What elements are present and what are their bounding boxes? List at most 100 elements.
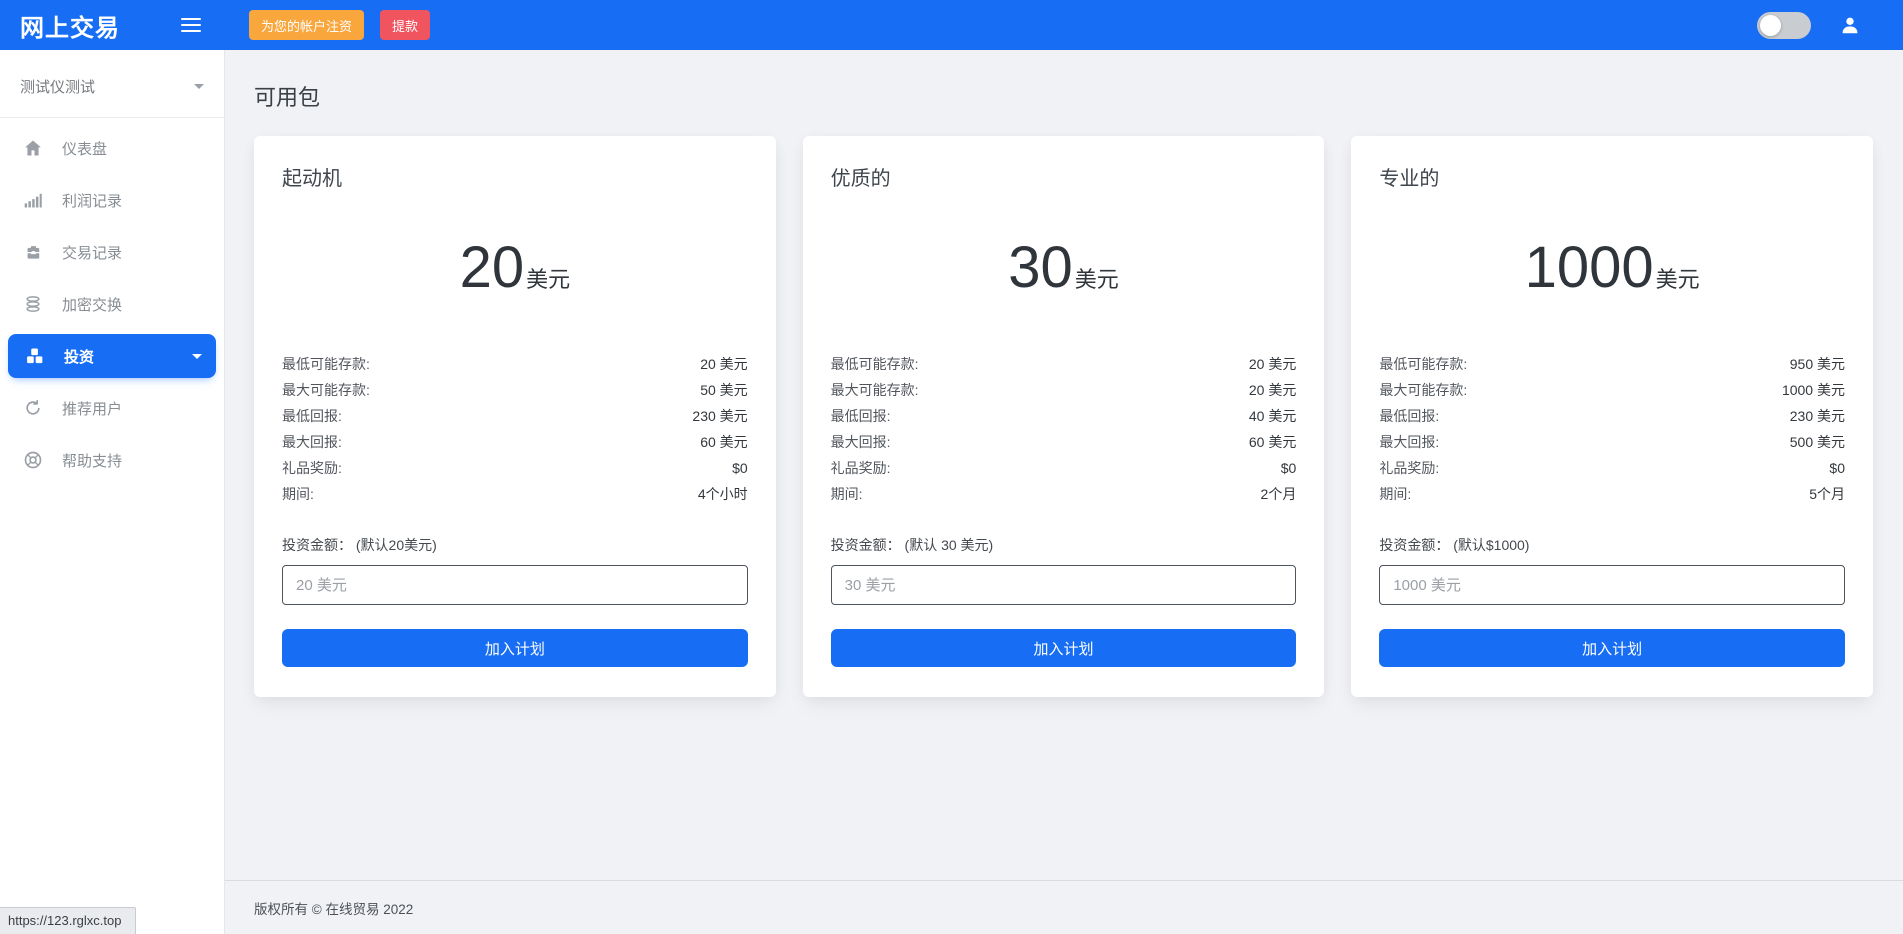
detail-row: 期间: 4个小时 — [282, 481, 748, 507]
detail-row: 期间: 2个月 — [831, 481, 1297, 507]
account-selector-dropdown[interactable]: 测试仪测试 — [0, 50, 224, 117]
detail-label: 最低可能存款: — [282, 351, 370, 377]
detail-label: 礼品奖励: — [1379, 455, 1439, 481]
detail-value: 50 美元 — [700, 377, 747, 403]
detail-row: 最大回报: 60 美元 — [831, 429, 1297, 455]
investment-amount-input[interactable] — [1379, 565, 1845, 605]
package-card-starter: 起动机 20 美元 最低可能存款: 20 美元 最大可能存款: 50 美元 — [254, 136, 776, 697]
detail-row: 最大可能存款: 1000 美元 — [1379, 377, 1845, 403]
browser-status-url: https://123.rglxc.top — [0, 907, 136, 934]
detail-row: 最低可能存款: 20 美元 — [831, 351, 1297, 377]
join-plan-button[interactable]: 加入计划 — [282, 629, 748, 667]
investment-amount-input[interactable] — [831, 565, 1297, 605]
sidebar-item-label: 交易记录 — [62, 242, 122, 263]
toggle-knob — [1760, 15, 1781, 36]
withdraw-button[interactable]: 提款 — [380, 10, 430, 40]
detail-row: 最低回报: 230 美元 — [1379, 403, 1845, 429]
sidebar-item-investment[interactable]: 投资 — [8, 334, 216, 378]
price-currency: 美元 — [526, 262, 570, 294]
life-ring-icon — [22, 450, 44, 470]
detail-label: 最低可能存款: — [1379, 351, 1467, 377]
chevron-down-icon — [194, 84, 204, 89]
detail-label: 礼品奖励: — [831, 455, 891, 481]
sidebar-menu: 仪表盘 利润记录 交易记录 — [0, 118, 224, 486]
investment-amount-input[interactable] — [282, 565, 748, 605]
detail-label: 期间: — [1379, 481, 1411, 507]
sidebar-item-label: 投资 — [64, 346, 94, 367]
detail-row: 最低可能存款: 950 美元 — [1379, 351, 1845, 377]
detail-value: $0 — [1829, 455, 1845, 481]
detail-value: 60 美元 — [700, 429, 747, 455]
price-currency: 美元 — [1075, 262, 1119, 294]
detail-value: $0 — [1281, 455, 1297, 481]
hamburger-menu-button[interactable] — [175, 8, 207, 42]
detail-value: 1000 美元 — [1782, 377, 1845, 403]
price-currency: 美元 — [1656, 262, 1700, 294]
detail-value: 20 美元 — [1249, 351, 1296, 377]
detail-row: 礼品奖励: $0 — [282, 455, 748, 481]
detail-label: 最低回报: — [282, 403, 342, 429]
package-price: 30 美元 — [831, 239, 1297, 297]
detail-label: 最大可能存款: — [1379, 377, 1467, 403]
detail-label: 期间: — [831, 481, 863, 507]
copyright-text: 版权所有 © 在线贸易 2022 — [254, 898, 413, 918]
fund-account-button[interactable]: 为您的帐户注资 — [249, 10, 364, 40]
detail-value: 2个月 — [1261, 481, 1297, 507]
detail-label: 最低可能存款: — [831, 351, 919, 377]
sidebar-item-label: 加密交换 — [62, 294, 122, 315]
detail-label: 最大回报: — [831, 429, 891, 455]
theme-toggle-switch[interactable] — [1757, 12, 1811, 39]
package-price: 1000 美元 — [1379, 239, 1845, 297]
detail-label: 最低回报: — [831, 403, 891, 429]
package-price: 20 美元 — [282, 239, 748, 297]
detail-row: 期间: 5个月 — [1379, 481, 1845, 507]
sidebar-item-label: 仪表盘 — [62, 138, 107, 159]
sidebar-item-referral-users[interactable]: 推荐用户 — [0, 382, 224, 434]
cubes-icon — [24, 346, 46, 366]
hamburger-icon — [181, 18, 201, 20]
detail-label: 最低回报: — [1379, 403, 1439, 429]
detail-value: 500 美元 — [1790, 429, 1845, 455]
user-profile-icon[interactable] — [1839, 14, 1861, 36]
detail-label: 最大回报: — [1379, 429, 1439, 455]
sidebar-item-crypto-exchange[interactable]: 加密交换 — [0, 278, 224, 330]
detail-row: 最大可能存款: 50 美元 — [282, 377, 748, 403]
sidebar-item-dashboard[interactable]: 仪表盘 — [0, 122, 224, 174]
detail-row: 最大回报: 60 美元 — [282, 429, 748, 455]
page-title: 可用包 — [254, 80, 1873, 112]
join-plan-button[interactable]: 加入计划 — [1379, 629, 1845, 667]
package-details: 最低可能存款: 20 美元 最大可能存款: 20 美元 最低回报: 40 美元 … — [831, 351, 1297, 507]
footer: 版权所有 © 在线贸易 2022 — [225, 880, 1903, 934]
detail-value: 950 美元 — [1790, 351, 1845, 377]
price-amount: 30 — [1008, 239, 1073, 297]
sidebar-item-label: 利润记录 — [62, 190, 122, 211]
sidebar-item-help-support[interactable]: 帮助支持 — [0, 434, 224, 486]
join-plan-button[interactable]: 加入计划 — [831, 629, 1297, 667]
detail-row: 最低回报: 40 美元 — [831, 403, 1297, 429]
detail-value: 60 美元 — [1249, 429, 1296, 455]
package-card-premium: 优质的 30 美元 最低可能存款: 20 美元 最大可能存款: 20 美元 — [803, 136, 1325, 697]
sidebar-item-profit-records[interactable]: 利润记录 — [0, 174, 224, 226]
detail-row: 礼品奖励: $0 — [831, 455, 1297, 481]
detail-row: 礼品奖励: $0 — [1379, 455, 1845, 481]
detail-label: 最大可能存款: — [282, 377, 370, 403]
investment-amount-label: 投资金额： (默认 30 美元) — [831, 535, 1297, 555]
detail-value: 20 美元 — [1249, 377, 1296, 403]
detail-row: 最低可能存款: 20 美元 — [282, 351, 748, 377]
detail-label: 最大可能存款: — [831, 377, 919, 403]
recycle-icon — [22, 398, 44, 418]
detail-label: 最大回报: — [282, 429, 342, 455]
detail-value: 4个小时 — [698, 481, 748, 507]
price-amount: 1000 — [1525, 239, 1654, 297]
sidebar-item-label: 推荐用户 — [62, 398, 122, 419]
detail-row: 最大回报: 500 美元 — [1379, 429, 1845, 455]
investment-amount-label: 投资金额： (默认$1000) — [1379, 535, 1845, 555]
price-amount: 20 — [460, 239, 525, 297]
sidebar-item-trade-records[interactable]: 交易记录 — [0, 226, 224, 278]
sidebar-item-label: 帮助支持 — [62, 450, 122, 471]
package-card-professional: 专业的 1000 美元 最低可能存款: 950 美元 最大可能存款: 1000 … — [1351, 136, 1873, 697]
package-details: 最低可能存款: 950 美元 最大可能存款: 1000 美元 最低回报: 230… — [1379, 351, 1845, 507]
app-logo[interactable]: 网上交易 — [20, 8, 120, 43]
package-name: 优质的 — [831, 162, 1297, 191]
coins-icon — [22, 294, 44, 314]
